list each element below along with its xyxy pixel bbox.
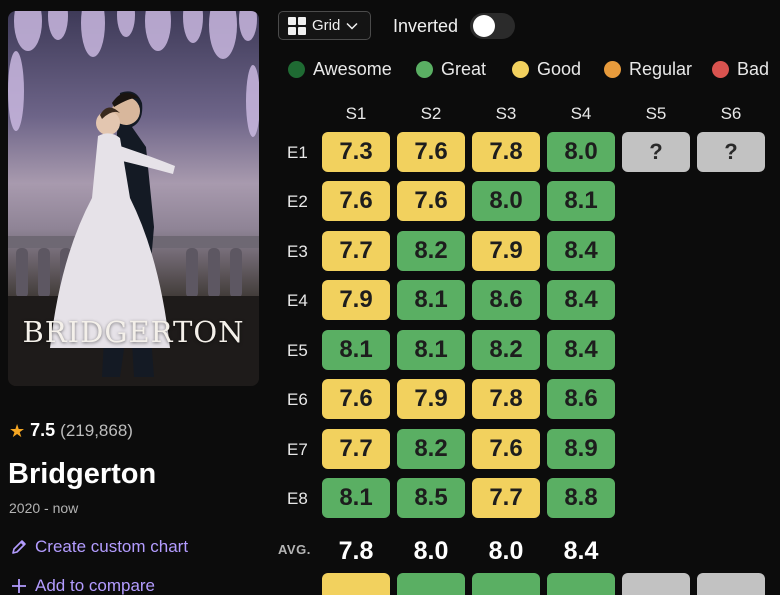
rating-cell[interactable]: 8.1 — [322, 330, 390, 370]
season-header-s3[interactable]: S3 — [472, 104, 540, 124]
vote-count: (219,868) — [60, 420, 133, 440]
season-header-s4[interactable]: S4 — [547, 104, 615, 124]
rating-cell[interactable]: 7.8 — [472, 132, 540, 172]
rating-cell[interactable]: 7.6 — [397, 181, 465, 221]
rating-cell[interactable]: 8.6 — [472, 280, 540, 320]
legend-dot — [416, 61, 433, 78]
episode-header-e2: E2 — [287, 192, 308, 211]
season-average: 8.4 — [563, 537, 599, 565]
plus-icon — [12, 579, 26, 593]
legend-label: Bad — [737, 59, 770, 79]
episode-header-e8: E8 — [287, 489, 308, 508]
rating-cell[interactable]: 7.7 — [322, 231, 390, 271]
episode-header-e6: E6 — [287, 390, 308, 409]
season-header-s6[interactable]: S6 — [697, 104, 765, 124]
rating-cell[interactable]: 8.4 — [547, 231, 615, 271]
rating-cell[interactable]: 8.1 — [322, 478, 390, 518]
rating-cell[interactable]: 8.0 — [472, 181, 540, 221]
season-average-bar — [322, 573, 390, 595]
season-average: 7.8 — [338, 537, 374, 565]
rating-cell[interactable]: 8.4 — [547, 330, 615, 370]
episode-header-e3: E3 — [287, 242, 308, 261]
season-header-s1[interactable]: S1 — [322, 104, 390, 124]
chevron-down-icon — [346, 22, 358, 30]
show-poster[interactable]: BRIDGERTON — [8, 11, 259, 386]
legend-label: Awesome — [313, 59, 392, 79]
rating-cell[interactable]: 8.2 — [397, 231, 465, 271]
rating-cell[interactable]: 8.4 — [547, 280, 615, 320]
rating-summary: ★ 7.5 (219,868) — [9, 420, 133, 441]
season-header-s5[interactable]: S5 — [622, 104, 690, 124]
episode-header-e7: E7 — [287, 440, 308, 459]
rating-cell[interactable]: 7.7 — [322, 429, 390, 469]
season-average: 8.0 — [488, 537, 524, 565]
inverted-label: Inverted — [393, 16, 459, 36]
rating-cell[interactable]: 7.3 — [322, 132, 390, 172]
rating-cell[interactable]: 8.1 — [397, 280, 465, 320]
episode-header-e4: E4 — [287, 291, 308, 310]
legend-dot — [712, 61, 729, 78]
legend-label: Great — [441, 59, 487, 79]
pencil-icon — [12, 540, 26, 554]
episode-header-e5: E5 — [287, 341, 308, 360]
star-icon: ★ — [9, 420, 26, 441]
average-row-label: AVG. — [278, 542, 311, 557]
average-rating: 7.5 — [30, 420, 56, 440]
rating-cell[interactable]: 8.2 — [472, 330, 540, 370]
show-title: Bridgerton — [8, 458, 157, 490]
season-average-bar — [697, 573, 765, 595]
rating-cell[interactable]: 7.7 — [472, 478, 540, 518]
view-mode-label: Grid — [312, 17, 341, 34]
create-custom-chart-link[interactable]: Create custom chart — [10, 537, 188, 557]
grid-icon — [288, 16, 306, 35]
ratings-page: BRIDGERTON ★ 7.5 (219,868) Bridgerton 20… — [0, 0, 780, 595]
rating-cell[interactable]: 8.0 — [547, 132, 615, 172]
rating-cell[interactable]: 8.9 — [547, 429, 615, 469]
unknown-rating-cell[interactable]: ? — [622, 132, 690, 172]
rating-cell[interactable]: 8.1 — [547, 181, 615, 221]
legend-dot — [512, 61, 529, 78]
unknown-rating-cell[interactable]: ? — [697, 132, 765, 172]
legend-item-great: Great — [416, 59, 486, 80]
season-average-bar — [547, 573, 615, 595]
legend-label: Good — [537, 59, 582, 79]
view-mode-select[interactable]: Grid — [278, 11, 371, 40]
rating-cell[interactable]: 7.6 — [397, 132, 465, 172]
rating-cell[interactable]: 7.9 — [322, 280, 390, 320]
show-years: 2020 - now — [9, 500, 79, 516]
legend-label: Regular — [629, 59, 693, 79]
rating-cell[interactable]: 7.6 — [322, 181, 390, 221]
rating-cell[interactable]: 7.6 — [472, 429, 540, 469]
legend-dot — [604, 61, 621, 78]
poster-title: BRIDGERTON — [22, 315, 245, 349]
legend-dot — [288, 61, 305, 78]
season-header-s2[interactable]: S2 — [397, 104, 465, 124]
season-average-bar — [397, 573, 465, 595]
legend-item-awesome: Awesome — [288, 59, 392, 80]
rating-cell[interactable]: 7.6 — [322, 379, 390, 419]
episode-header-e1: E1 — [287, 143, 308, 162]
rating-cell[interactable]: 8.2 — [397, 429, 465, 469]
rating-cell[interactable]: 8.1 — [397, 330, 465, 370]
create-custom-chart-label: Create custom chart — [35, 537, 189, 556]
rating-cell[interactable]: 7.9 — [397, 379, 465, 419]
rating-cell[interactable]: 8.6 — [547, 379, 615, 419]
add-to-compare-link[interactable]: Add to compare — [10, 576, 155, 595]
add-to-compare-label: Add to compare — [35, 576, 156, 595]
season-average-bar — [472, 573, 540, 595]
inverted-toggle[interactable] — [470, 13, 515, 39]
season-average: 8.0 — [413, 537, 449, 565]
legend-item-bad: Bad — [712, 59, 769, 80]
rating-cell[interactable]: 8.5 — [397, 478, 465, 518]
legend-item-regular: Regular — [604, 59, 692, 80]
rating-cell[interactable]: 8.8 — [547, 478, 615, 518]
legend-item-good: Good — [512, 59, 581, 80]
rating-cell[interactable]: 7.9 — [472, 231, 540, 271]
season-average-bar — [622, 573, 690, 595]
toggle-knob — [473, 15, 495, 37]
rating-cell[interactable]: 7.8 — [472, 379, 540, 419]
